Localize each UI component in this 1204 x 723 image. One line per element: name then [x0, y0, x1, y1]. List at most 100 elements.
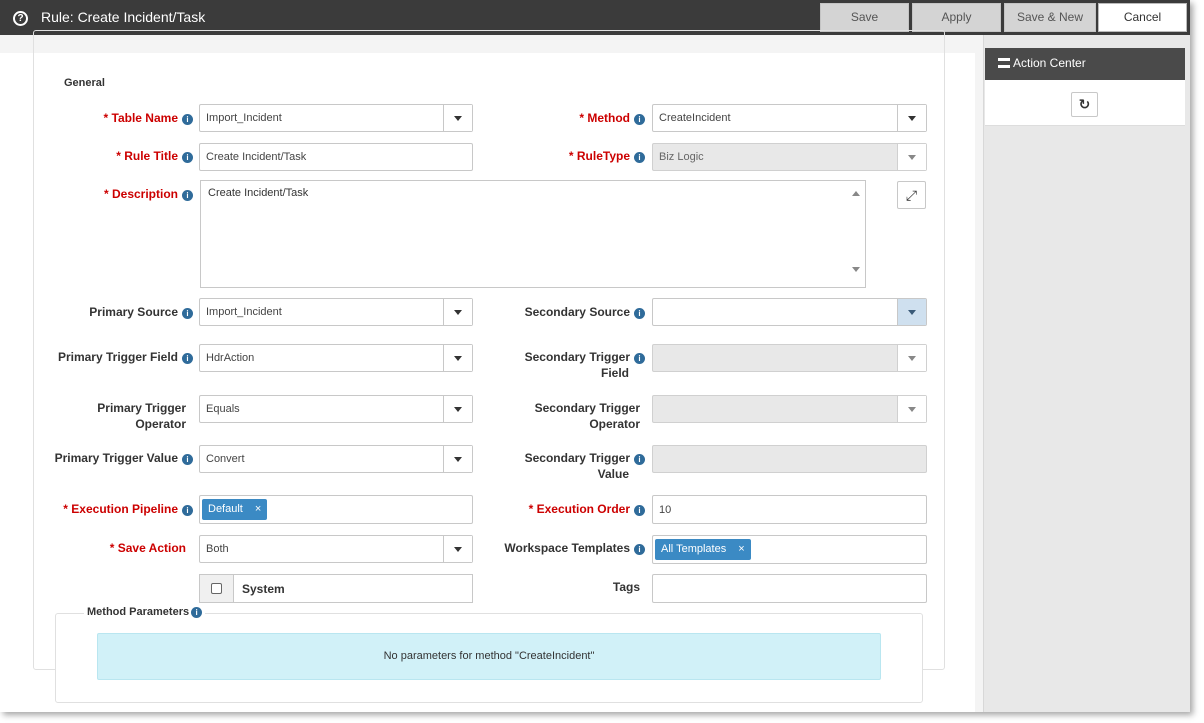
refresh-button[interactable]: ↻ — [1071, 92, 1098, 117]
secondary-trigger-field-label-line2: Field — [600, 366, 629, 380]
rule-type-select: Biz Logic — [652, 143, 927, 171]
save-and-new-button[interactable]: Save & New — [1004, 3, 1096, 32]
primary-trigger-operator-select[interactable]: Equals — [199, 395, 473, 423]
primary-trigger-field-select[interactable]: HdrAction — [199, 344, 473, 372]
description-textarea[interactable]: Create Incident/Task — [200, 180, 866, 288]
execution-pipeline-multiselect[interactable]: Default × — [199, 495, 473, 524]
table-name-dropdown-button[interactable] — [443, 105, 472, 131]
secondary-trigger-value-label-wrap: Secondary Trigger i Value — [490, 450, 645, 482]
action-center-sidebar — [983, 35, 1190, 712]
description-label: * Description — [103, 187, 178, 201]
primary-trigger-operator-value: Equals — [206, 403, 240, 415]
info-icon[interactable]: i — [634, 353, 645, 364]
scroll-up-icon[interactable] — [852, 191, 860, 196]
info-icon[interactable]: i — [634, 308, 645, 319]
secondary-source-label: Secondary Source — [524, 305, 630, 319]
secondary-trigger-value-input — [652, 445, 927, 473]
table-name-label: * Table Name — [103, 111, 178, 125]
secondary-trigger-operator-label-line1: Secondary Trigger — [534, 401, 640, 415]
cancel-button[interactable]: Cancel — [1098, 3, 1187, 32]
primary-trigger-operator-label-wrap: Primary Trigger Operator — [40, 400, 186, 432]
system-label: System — [242, 582, 285, 596]
method-parameters-legend-wrap: Method Parameters i — [84, 606, 206, 618]
info-icon[interactable]: i — [634, 114, 645, 125]
save-action-dropdown-button[interactable] — [443, 536, 472, 562]
system-checkbox-cell[interactable] — [200, 575, 234, 602]
remove-tag-icon[interactable]: × — [255, 503, 261, 515]
secondary-trigger-operator-label-wrap: Secondary Trigger Operator — [490, 400, 640, 432]
rule-title-input[interactable]: Create Incident/Task — [199, 143, 473, 171]
help-icon[interactable]: ? — [13, 11, 28, 26]
primary-trigger-value-dropdown-button[interactable] — [443, 446, 472, 472]
execution-order-input[interactable]: 10 — [652, 495, 927, 524]
rule-type-label-wrap: * RuleType i — [510, 148, 645, 164]
primary-source-select[interactable]: Import_Incident — [199, 298, 473, 326]
chevron-down-icon — [908, 116, 916, 121]
chevron-down-icon — [454, 457, 462, 462]
method-select[interactable]: CreateIncident — [652, 104, 927, 132]
info-icon[interactable]: i — [191, 607, 203, 618]
system-checkbox[interactable] — [211, 583, 222, 594]
description-label-wrap: * Description i — [60, 186, 193, 202]
secondary-source-dropdown-button[interactable] — [897, 299, 926, 325]
action-center-body: ↻ — [985, 80, 1185, 126]
info-icon[interactable]: i — [182, 114, 193, 125]
execution-order-label: * Execution Order — [528, 502, 630, 516]
info-icon[interactable]: i — [182, 505, 193, 516]
info-icon[interactable]: i — [634, 152, 645, 163]
info-icon[interactable]: i — [182, 152, 193, 163]
scroll-down-icon[interactable] — [852, 267, 860, 272]
tags-input[interactable] — [652, 574, 927, 603]
primary-source-label: Primary Source — [89, 305, 178, 319]
chevron-down-icon — [908, 356, 916, 361]
primary-trigger-operator-dropdown-button[interactable] — [443, 396, 472, 422]
workspace-templates-multiselect[interactable]: All Templates × — [652, 535, 927, 564]
expand-icon: ⤢ — [905, 187, 918, 203]
secondary-trigger-operator-dropdown-button — [897, 396, 926, 422]
secondary-trigger-operator-select — [652, 395, 927, 423]
primary-source-value: Import_Incident — [206, 306, 282, 318]
secondary-trigger-field-label-line1: Secondary Trigger — [524, 350, 630, 364]
secondary-trigger-value-label-line2: Value — [597, 467, 629, 481]
method-dropdown-button[interactable] — [897, 105, 926, 131]
primary-trigger-operator-label-line1: Primary Trigger — [97, 401, 186, 415]
chevron-down-icon — [454, 116, 462, 121]
execution-pipeline-label-wrap: * Execution Pipeline i — [20, 501, 193, 517]
info-icon[interactable]: i — [182, 308, 193, 319]
window-title: Rule: Create Incident/Task — [41, 9, 206, 25]
table-name-select[interactable]: Import_Incident — [199, 104, 473, 132]
primary-trigger-operator-label-line2: Operator — [135, 417, 186, 431]
info-icon[interactable]: i — [634, 454, 645, 465]
secondary-trigger-field-select — [652, 344, 927, 372]
info-icon[interactable]: i — [634, 544, 645, 555]
secondary-source-select[interactable] — [652, 298, 927, 326]
info-icon[interactable]: i — [634, 505, 645, 516]
apply-button[interactable]: Apply — [912, 3, 1001, 32]
info-icon[interactable]: i — [182, 190, 193, 201]
primary-trigger-value-select[interactable]: Convert — [199, 445, 473, 473]
tags-label-wrap: Tags — [560, 579, 640, 595]
primary-source-dropdown-button[interactable] — [443, 299, 472, 325]
save-action-select[interactable]: Both — [199, 535, 473, 563]
refresh-icon: ↻ — [1078, 96, 1091, 112]
description-scrollbar[interactable] — [848, 181, 865, 287]
workspace-tag-label: All Templates — [661, 543, 727, 555]
primary-source-label-wrap: Primary Source i — [30, 304, 193, 320]
primary-trigger-value-label-wrap: Primary Trigger Value i — [20, 450, 193, 466]
rule-type-label: * RuleType — [568, 149, 630, 163]
info-icon[interactable]: i — [182, 353, 193, 364]
save-button[interactable]: Save — [820, 3, 909, 32]
remove-tag-icon[interactable]: × — [738, 543, 744, 555]
execution-pipeline-label: * Execution Pipeline — [63, 502, 178, 516]
save-action-label: * Save Action — [109, 541, 186, 555]
save-action-label-wrap: * Save Action — [40, 540, 186, 556]
secondary-trigger-operator-label-line2: Operator — [589, 417, 640, 431]
primary-trigger-field-dropdown-button[interactable] — [443, 345, 472, 371]
execution-order-value: 10 — [659, 504, 672, 516]
expand-button[interactable]: ⤢ — [897, 181, 926, 209]
system-checkbox-group[interactable]: System — [199, 574, 473, 603]
info-icon[interactable]: i — [182, 454, 193, 465]
primary-trigger-field-label-wrap: Primary Trigger Field i — [20, 349, 193, 365]
tags-label: Tags — [612, 580, 640, 594]
primary-trigger-value-label: Primary Trigger Value — [54, 451, 178, 465]
